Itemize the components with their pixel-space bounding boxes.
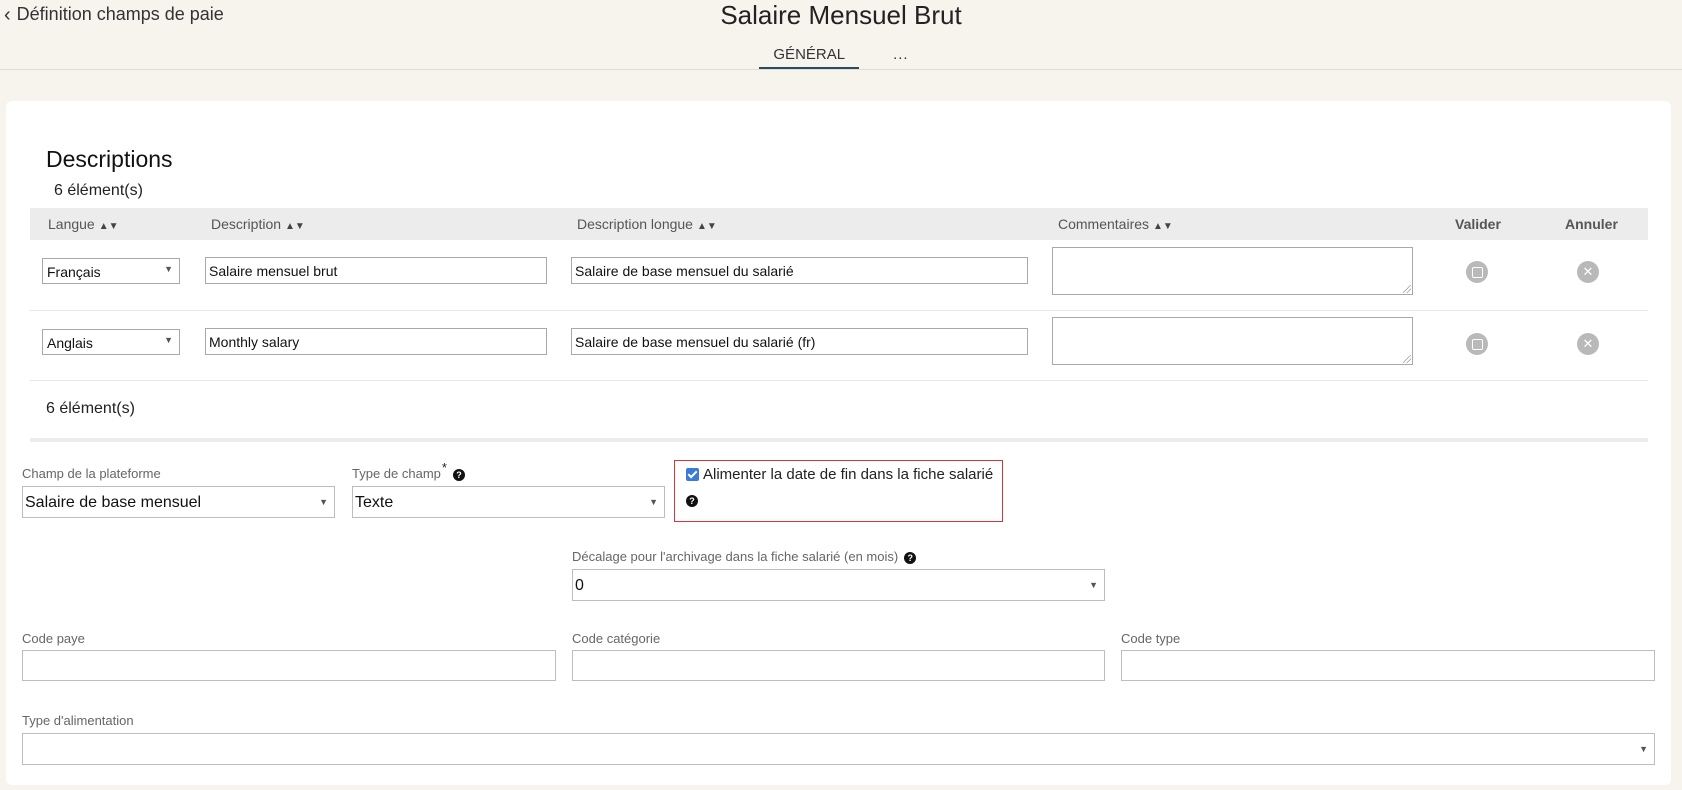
decalage-value: 0 <box>575 577 584 594</box>
champ-plateforme-value: Salaire de base mensuel <box>25 494 202 511</box>
alimenter-help[interactable]: ? <box>686 491 698 509</box>
column-header-valider: Valider <box>1455 216 1501 232</box>
column-header-description-label: Description <box>211 216 282 232</box>
sort-icon: ▲▼ <box>1153 221 1173 232</box>
cancel-x-icon[interactable]: ✕ <box>1577 333 1599 355</box>
description-longue-input[interactable]: Salaire de base mensuel du salarié <box>571 257 1028 284</box>
column-header-commentaires-label: Commentaires <box>1058 216 1150 232</box>
table-row: Anglais ▼ Monthly salary Salaire de base… <box>30 311 1648 381</box>
column-header-commentaires[interactable]: Commentaires ▲▼ <box>1058 208 1173 240</box>
column-header-annuler: Annuler <box>1565 216 1618 232</box>
description-input[interactable]: Salaire mensuel brut <box>205 257 547 284</box>
sort-icon: ▲▼ <box>696 221 717 232</box>
caret-down-icon: ▼ <box>1089 580 1098 590</box>
decalage-label: Décalage pour l'archivage dans la fiche … <box>572 549 917 564</box>
main-card <box>6 101 1671 785</box>
column-header-description-longue-label: Description longue <box>577 216 693 232</box>
alimenter-checkbox-row[interactable]: Alimenter la date de fin dans la fiche s… <box>686 466 993 483</box>
code-paye-input[interactable] <box>22 650 556 681</box>
commentaires-textarea[interactable] <box>1052 317 1413 365</box>
question-circle-icon[interactable]: ? <box>904 552 917 564</box>
column-header-description[interactable]: Description ▲▼ <box>211 208 305 240</box>
description-input[interactable]: Monthly salary <box>205 328 547 355</box>
descriptions-footer-count: 6 élément(s) <box>46 400 135 417</box>
top-bar: ‹ Définition champs de paie Salaire Mens… <box>0 0 1682 70</box>
caret-down-icon: ▼ <box>649 497 658 507</box>
alimenter-checkbox[interactable] <box>686 468 699 481</box>
sort-icon: ▲▼ <box>285 221 305 232</box>
tab-more[interactable]: ... <box>879 46 923 69</box>
langue-select-value: Français <box>47 264 101 280</box>
caret-down-icon: ▼ <box>164 335 173 345</box>
column-header-description-longue[interactable]: Description longue ▲▼ <box>577 208 717 240</box>
code-categorie-label: Code catégorie <box>572 631 661 646</box>
column-header-langue[interactable]: Langue ▲▼ <box>48 208 119 240</box>
langue-select-value: Anglais <box>47 335 93 351</box>
type-alimentation-label: Type d'alimentation <box>22 713 134 728</box>
caret-down-icon: ▼ <box>164 264 173 274</box>
sort-icon: ▲▼ <box>98 221 119 232</box>
tab-bar: GÉNÉRAL ... <box>0 46 1682 69</box>
champ-plateforme-label: Champ de la plateforme <box>22 466 161 481</box>
langue-select[interactable]: Français ▼ <box>42 258 180 284</box>
champ-plateforme-select[interactable]: Salaire de base mensuel ▼ <box>22 486 335 518</box>
question-circle-icon[interactable]: ? <box>686 495 698 507</box>
type-champ-select[interactable]: Texte ▼ <box>352 486 665 518</box>
decalage-select[interactable]: 0 ▼ <box>572 569 1105 601</box>
column-header-langue-label: Langue <box>48 216 95 232</box>
descriptions-table-header: Langue ▲▼ Description ▲▼ Description longu… <box>30 208 1648 240</box>
type-alimentation-select[interactable]: ▼ <box>22 733 1655 765</box>
alimenter-checkbox-label: Alimenter la date de fin dans la fiche s… <box>703 466 994 483</box>
type-champ-label: Type de champ*? <box>352 460 465 481</box>
cancel-x-icon[interactable]: ✕ <box>1577 261 1599 283</box>
question-circle-icon[interactable]: ? <box>452 469 465 481</box>
validate-icon[interactable] <box>1466 333 1488 355</box>
required-mark: * <box>441 460 447 475</box>
type-champ-label-text: Type de champ <box>352 466 441 481</box>
description-longue-input[interactable]: Salaire de base mensuel du salarié (fr) <box>571 328 1028 355</box>
commentaires-textarea[interactable] <box>1052 247 1413 295</box>
caret-down-icon: ▼ <box>319 497 328 507</box>
code-type-input[interactable] <box>1121 650 1655 681</box>
descriptions-title: Descriptions <box>46 146 173 172</box>
code-type-label: Code type <box>1121 631 1181 646</box>
langue-select[interactable]: Anglais ▼ <box>42 329 180 355</box>
validate-icon[interactable] <box>1466 261 1488 283</box>
table-row: Français ▼ Salaire mensuel brut Salaire … <box>30 241 1648 311</box>
decalage-label-text: Décalage pour l'archivage dans la fiche … <box>572 549 899 564</box>
page-title: Salaire Mensuel Brut <box>720 0 962 30</box>
descriptions-count: 6 élément(s) <box>54 182 143 199</box>
caret-down-icon: ▼ <box>1639 744 1648 754</box>
code-categorie-input[interactable] <box>572 650 1105 681</box>
code-paye-label: Code paye <box>22 631 85 646</box>
tab-general[interactable]: GÉNÉRAL <box>759 46 860 69</box>
section-divider <box>30 438 1648 442</box>
type-champ-value: Texte <box>355 494 394 511</box>
